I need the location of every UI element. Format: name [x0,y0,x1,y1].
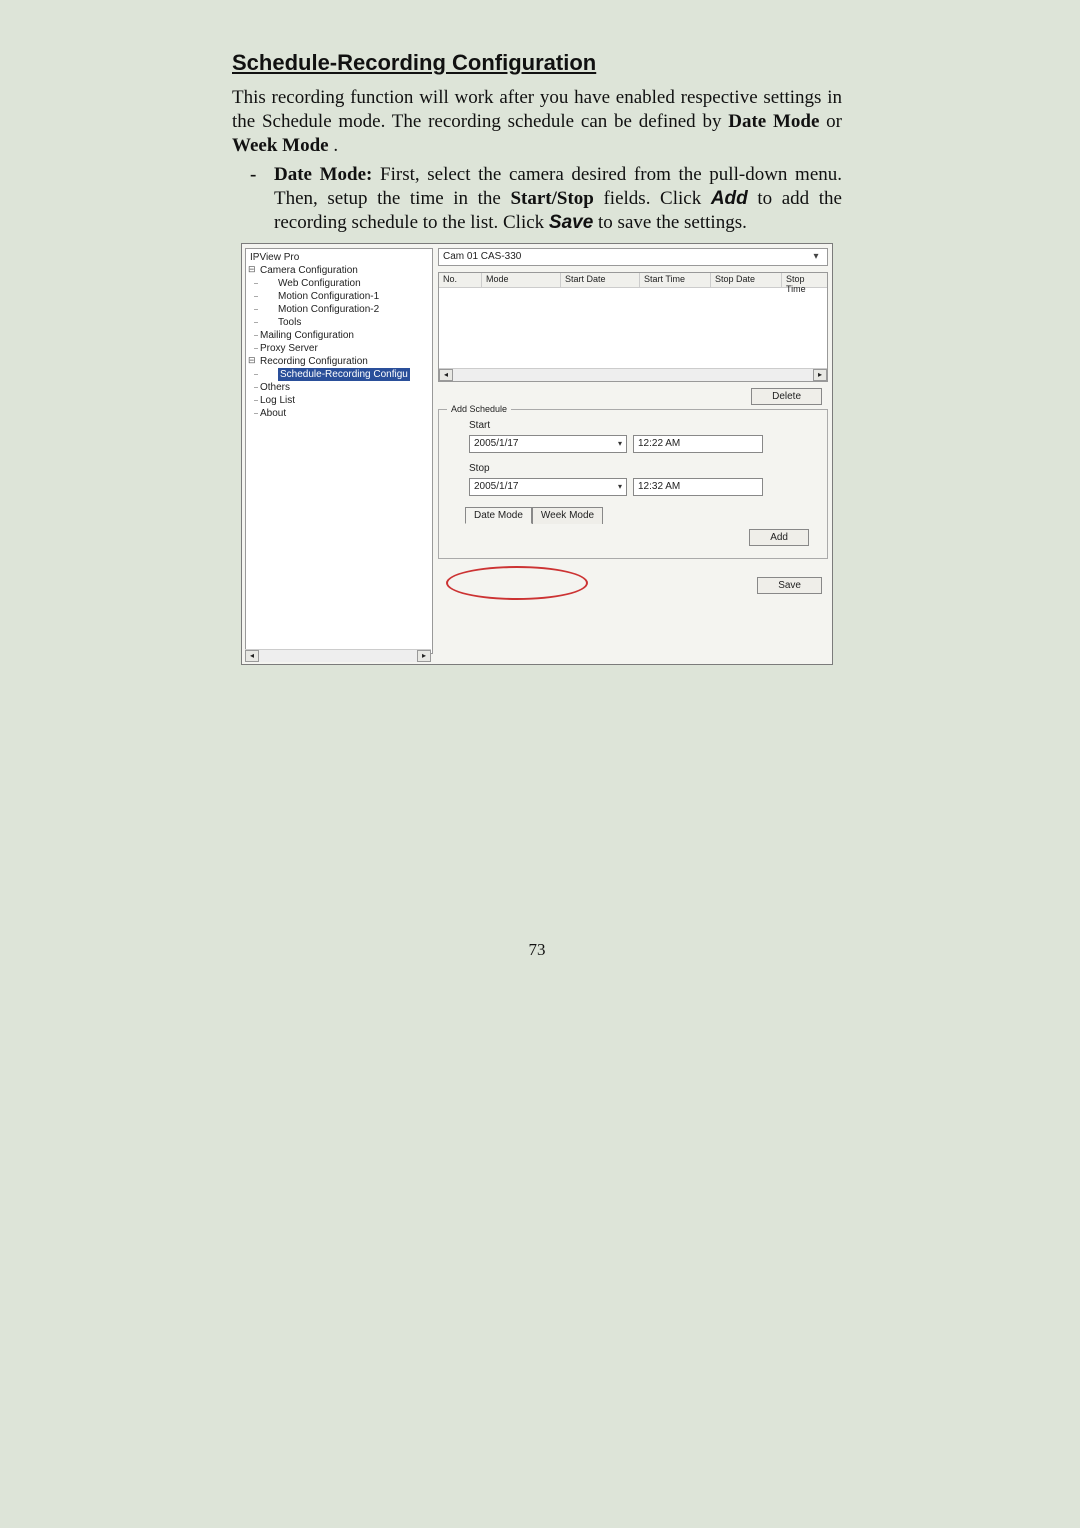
add-button[interactable]: Add [749,529,809,546]
stop-time-value: 12:32 AM [638,481,680,492]
camera-select[interactable]: Cam 01 CAS-330 ▾ [438,248,828,266]
section-heading: Schedule-Recording Configuration [232,50,842,76]
tree-recording-config[interactable]: Recording Configuration [250,355,432,368]
tab-week-mode[interactable]: Week Mode [532,507,603,524]
stop-date-input[interactable]: 2005/1/17 ▾ [469,478,627,496]
page-number: 73 [232,940,842,960]
col-no: No. [439,273,482,287]
tree-root[interactable]: IPView Pro [250,251,432,264]
start-time-input[interactable]: 12:22 AM [633,435,763,453]
tab-date-mode[interactable]: Date Mode [465,507,532,524]
bullet-saveword: Save [549,212,593,233]
chevron-down-icon: ▾ [618,482,622,491]
bullet-addword: Add [711,188,748,209]
stop-time-input[interactable]: 12:32 AM [633,478,763,496]
config-dialog: IPView Pro Camera Configuration Web Conf… [241,243,833,665]
scroll-left-icon[interactable]: ◂ [245,650,259,662]
stop-date-value: 2005/1/17 [474,481,519,492]
tree-about[interactable]: About [250,407,432,420]
bullet-t4: to save the settings. [598,212,747,233]
schedule-table: No. Mode Start Date Start Time Stop Date… [438,272,828,382]
add-schedule-legend: Add Schedule [447,404,511,414]
tree-schedule-recording[interactable]: Schedule-Recording Configu [250,368,432,381]
start-label: Start [469,420,815,431]
col-stoptime: Stop Time [782,273,827,287]
scroll-right-icon[interactable]: ▸ [813,369,827,381]
start-time-value: 12:22 AM [638,438,680,449]
intro-end: . [333,135,338,156]
chevron-down-icon: ▾ [809,251,823,262]
tree-motion1[interactable]: Motion Configuration-1 [250,290,432,303]
bullet-startstop: Start/Stop [510,188,593,209]
tree-schedule-label: Schedule-Recording Configu [278,368,410,381]
scroll-right-icon[interactable]: ▸ [417,650,431,662]
tree-motion2[interactable]: Motion Configuration-2 [250,303,432,316]
camera-select-value: Cam 01 CAS-330 [443,251,521,262]
tree-web-config[interactable]: Web Configuration [250,277,432,290]
col-mode: Mode [482,273,561,287]
bullet-t2: fields. Click [603,188,710,209]
start-date-input[interactable]: 2005/1/17 ▾ [469,435,627,453]
start-date-value: 2005/1/17 [474,438,519,449]
nav-tree[interactable]: IPView Pro Camera Configuration Web Conf… [245,248,433,654]
intro-weekmode: Week Mode [232,135,329,156]
table-header: No. Mode Start Date Start Time Stop Date… [439,273,827,288]
tree-proxy[interactable]: Proxy Server [250,342,432,355]
col-stopdate: Stop Date [711,273,782,287]
intro-paragraph: This recording function will work after … [232,86,842,157]
col-startdate: Start Date [561,273,640,287]
bullet-datemode: Date Mode: First, select the camera desi… [250,163,842,234]
chevron-down-icon: ▾ [618,439,622,448]
add-schedule-group: Add Schedule Start 2005/1/17 ▾ 12:22 AM … [438,409,828,559]
tree-camera-config[interactable]: Camera Configuration [250,264,432,277]
bullet-title: Date Mode: [274,164,372,185]
tree-mailing[interactable]: Mailing Configuration [250,329,432,342]
table-scrollbar[interactable]: ◂ ▸ [439,368,827,381]
intro-or: or [826,111,842,132]
tree-others[interactable]: Others [250,381,432,394]
scroll-left-icon[interactable]: ◂ [439,369,453,381]
intro-datemode: Date Mode [728,111,819,132]
col-starttime: Start Time [640,273,711,287]
tree-loglist[interactable]: Log List [250,394,432,407]
tree-tools[interactable]: Tools [250,316,432,329]
save-button[interactable]: Save [757,577,822,594]
delete-button[interactable]: Delete [751,388,822,405]
tree-scrollbar[interactable]: ◂ ▸ [245,649,431,662]
stop-label: Stop [469,463,815,474]
